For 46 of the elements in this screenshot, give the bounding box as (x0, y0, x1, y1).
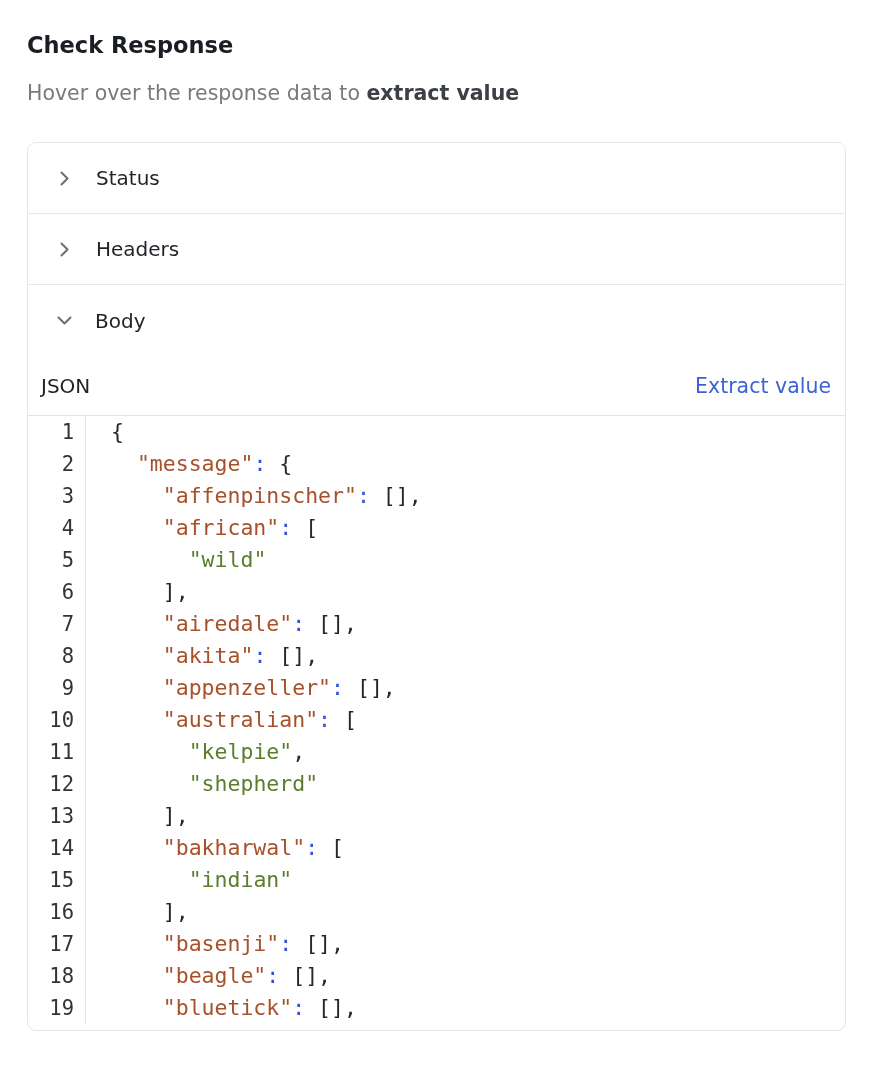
line-number: 13 (49, 803, 74, 829)
line-number: 10 (49, 707, 74, 733)
line-number: 18 (49, 963, 74, 989)
chevron-down-icon (57, 316, 72, 325)
code-line: "african": [ (162, 515, 319, 541)
line-number: 11 (49, 739, 74, 765)
extract-value-link[interactable]: Extract value (695, 373, 831, 398)
code-line: "indian" (188, 867, 293, 893)
code-line: "beagle": [], (162, 963, 332, 989)
code-line: "shepherd" (188, 771, 319, 797)
line-number: 2 (61, 451, 74, 477)
code-line: "bakharwal": [ (162, 835, 344, 861)
format-label: JSON (41, 373, 91, 398)
code-line: "wild" (188, 547, 267, 573)
line-number: 7 (61, 611, 74, 637)
code-line: "australian": [ (162, 707, 357, 733)
code-line: "basenji": [], (162, 931, 344, 957)
code-line: ], (162, 899, 189, 925)
line-number: 19 (49, 995, 74, 1021)
line-number: 3 (61, 483, 74, 509)
code-line: "affenpinscher": [], (162, 483, 422, 509)
line-number: 15 (49, 867, 74, 893)
code-line: ], (162, 803, 189, 829)
code-line: "bluetick": [], (162, 995, 357, 1021)
line-number: 1 (61, 419, 74, 445)
line-number: 12 (49, 771, 74, 797)
accordion-header[interactable]: Status (28, 143, 845, 214)
line-number: 5 (61, 547, 74, 573)
line-number: 14 (49, 835, 74, 861)
code-line: { (111, 419, 124, 445)
code-line: "message": { (136, 451, 293, 477)
code-line: "airedale": [], (162, 611, 357, 637)
chevron-right-icon (60, 170, 69, 186)
line-number: 4 (61, 515, 74, 541)
code-line: "akita": [], (162, 643, 319, 669)
instruction-text: Hover over the response data to extract value (27, 80, 521, 107)
chevron-right-icon (60, 241, 69, 257)
line-number: 17 (49, 931, 74, 957)
section-title: Check Response (27, 31, 235, 60)
code-line: ], (162, 579, 189, 605)
code-line: "kelpie", (188, 739, 306, 765)
line-number: 8 (61, 643, 74, 669)
line-number: 9 (61, 675, 74, 701)
line-number: 16 (49, 899, 74, 925)
code-line: "appenzeller": [], (162, 675, 396, 701)
line-number: 6 (61, 579, 74, 605)
